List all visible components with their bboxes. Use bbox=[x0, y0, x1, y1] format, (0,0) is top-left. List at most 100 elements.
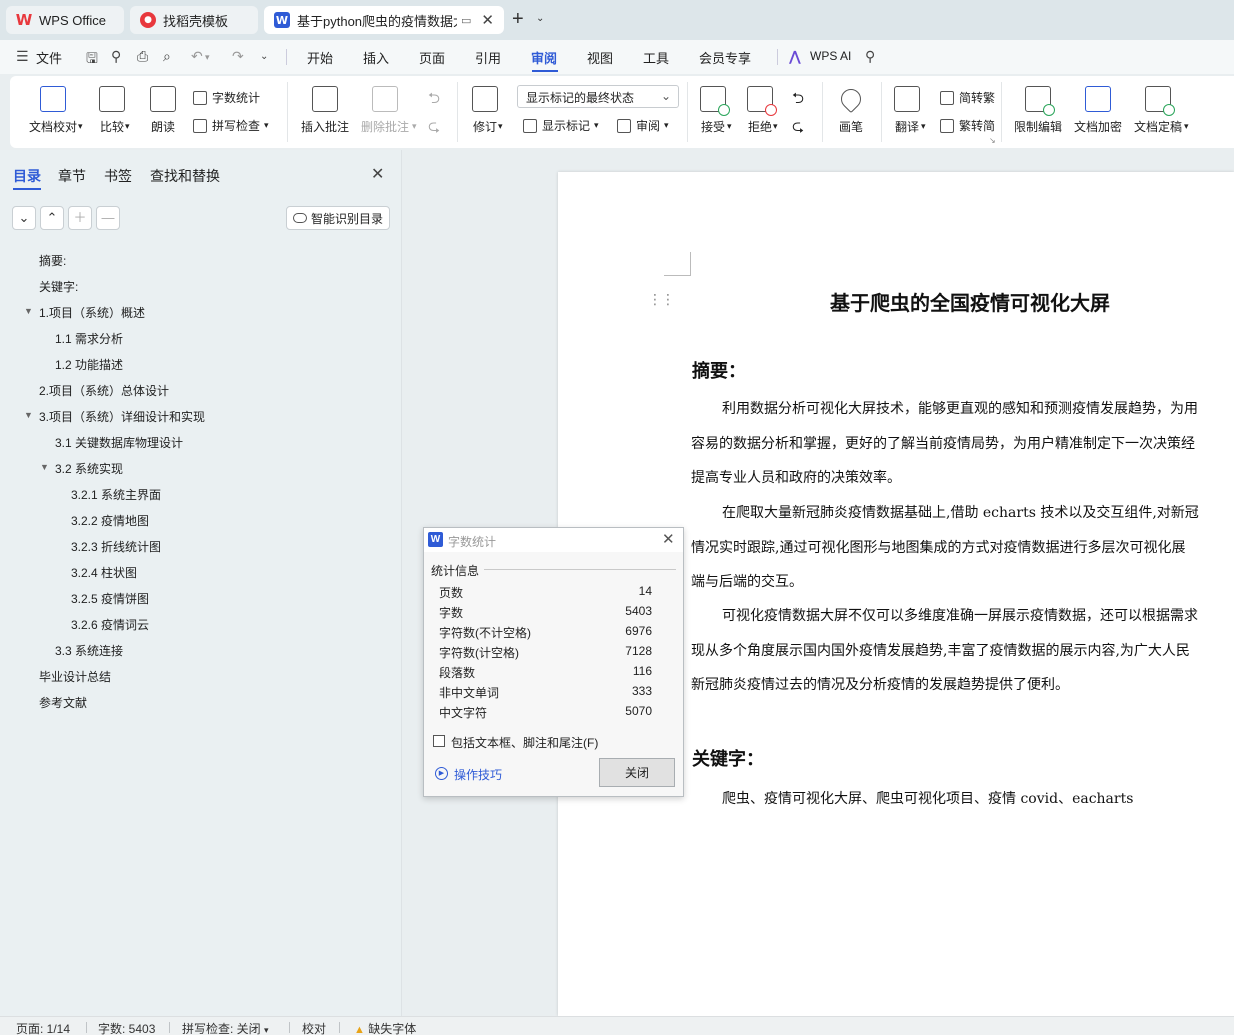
menu-references[interactable]: 引用 bbox=[475, 48, 501, 67]
demote-level-button[interactable]: — bbox=[96, 206, 120, 230]
print-icon[interactable]: ⎙ bbox=[137, 48, 148, 65]
monitor-icon[interactable]: ▭ bbox=[461, 14, 471, 27]
nav-tab-bookmarks[interactable]: 书签 bbox=[104, 166, 132, 186]
collapse-all-button[interactable]: ⌃ bbox=[40, 206, 64, 230]
tab-list-chevron-icon[interactable]: ⌄ bbox=[536, 13, 544, 24]
read-aloud-button[interactable]: 朗读 bbox=[150, 86, 176, 135]
restrict-edit-button[interactable]: 限制编辑 bbox=[1014, 86, 1062, 135]
spell-check-chevron-icon[interactable]: ▾ bbox=[264, 120, 269, 131]
to-traditional-button[interactable]: 简转繁 bbox=[940, 89, 995, 106]
promote-level-button[interactable]: ＋ bbox=[68, 206, 92, 230]
tab-wps-office[interactable]: W WPS Office bbox=[6, 6, 124, 34]
undo-chevron-icon[interactable]: ▾ bbox=[205, 52, 210, 63]
track-changes-chevron-icon[interactable]: ▾ bbox=[498, 121, 503, 132]
expand-triangle-icon[interactable]: ▼ bbox=[24, 410, 33, 420]
undo-icon[interactable]: ↶ bbox=[191, 48, 203, 65]
smart-toc-button[interactable]: 智能识别目录 bbox=[286, 206, 390, 230]
toc-item[interactable]: 摘要: bbox=[39, 252, 66, 269]
status-word-count[interactable]: 字数: 5403 bbox=[98, 1020, 155, 1035]
previous-comment-icon[interactable]: ⮌ bbox=[428, 88, 440, 113]
status-page[interactable]: 页面: 1/14 bbox=[16, 1020, 70, 1035]
toc-item[interactable]: 2.项目（系统）总体设计 bbox=[39, 382, 169, 399]
dialog-titlebar[interactable]: W 字数统计 ✕ bbox=[424, 528, 683, 552]
finalize-chevron-icon[interactable]: ▾ bbox=[1184, 121, 1189, 132]
review-pane-button[interactable]: 审阅 ▾ bbox=[617, 117, 669, 134]
close-button[interactable]: 关闭 bbox=[599, 758, 675, 787]
customize-chevron-icon[interactable]: ⌄ bbox=[260, 51, 268, 62]
toc-item[interactable]: 3.2.2 疫情地图 bbox=[71, 512, 149, 529]
tips-link[interactable]: 操作技巧 bbox=[454, 766, 502, 783]
toc-item[interactable]: 3.2.6 疫情词云 bbox=[71, 616, 149, 633]
toc-item[interactable]: 3.2.4 柱状图 bbox=[71, 564, 137, 581]
menu-page[interactable]: 页面 bbox=[419, 48, 445, 67]
play-circle-icon[interactable]: ▶ bbox=[435, 767, 448, 780]
show-markup-chevron-icon[interactable]: ▾ bbox=[594, 120, 599, 131]
close-icon[interactable]: ✕ bbox=[371, 164, 384, 184]
compare-chevron-icon[interactable]: ▾ bbox=[125, 121, 130, 132]
hamburger-icon[interactable]: ☰ bbox=[16, 48, 29, 65]
reject-chevron-icon[interactable]: ▾ bbox=[773, 121, 778, 132]
toc-item[interactable]: 3.2.3 折线统计图 bbox=[71, 538, 161, 555]
toc-item[interactable]: 3.2 系统实现 bbox=[55, 460, 123, 477]
track-changes-button[interactable]: 修订 bbox=[472, 86, 498, 135]
search-icon[interactable]: ⚲ bbox=[865, 48, 875, 65]
expand-triangle-icon[interactable]: ▼ bbox=[24, 306, 33, 316]
compare-button[interactable]: 比较 bbox=[99, 86, 125, 135]
reject-button[interactable]: 拒绝 bbox=[747, 86, 777, 135]
insert-comment-button[interactable]: 插入批注 bbox=[301, 86, 349, 135]
menu-review[interactable]: 审阅 bbox=[531, 48, 557, 67]
menu-home[interactable]: 开始 bbox=[307, 48, 333, 67]
pen-button[interactable]: 画笔 bbox=[836, 84, 866, 135]
redo-icon[interactable]: ↷ bbox=[232, 48, 244, 65]
review-pane-chevron-icon[interactable]: ▾ bbox=[664, 120, 669, 131]
menu-view[interactable]: 视图 bbox=[587, 48, 613, 67]
toc-item[interactable]: 1.项目（系统）概述 bbox=[39, 304, 145, 321]
new-tab-button[interactable]: + bbox=[512, 8, 524, 31]
nav-tab-toc[interactable]: 目录 bbox=[13, 166, 41, 186]
drag-handle-icon[interactable]: ⋮⋮ bbox=[648, 291, 675, 308]
proofread-chevron-icon[interactable]: ▾ bbox=[78, 121, 83, 132]
menu-file[interactable]: 文件 bbox=[36, 48, 62, 67]
expand-all-button[interactable]: ⌄ bbox=[12, 206, 36, 230]
translate-chevron-icon[interactable]: ▾ bbox=[921, 121, 926, 132]
share-icon[interactable]: ⚲ bbox=[111, 48, 121, 65]
show-markup-button[interactable]: 显示标记 ▾ bbox=[523, 117, 599, 134]
to-simplified-button[interactable]: 繁转简 bbox=[940, 117, 995, 134]
toc-item[interactable]: 3.项目（系统）详细设计和实现 bbox=[39, 408, 205, 425]
accept-button[interactable]: 接受 bbox=[700, 86, 730, 135]
status-proofread[interactable]: 校对 bbox=[302, 1020, 326, 1035]
tab-document[interactable]: W 基于python爬虫的疫情数据大 ▭ ✕ bbox=[264, 6, 504, 34]
status-spell-check[interactable]: 拼写检查: 关闭 ▾ bbox=[182, 1020, 269, 1035]
accept-chevron-icon[interactable]: ▾ bbox=[727, 121, 732, 132]
toc-item[interactable]: 关键字: bbox=[39, 278, 78, 295]
print-preview-icon[interactable]: ⌕ bbox=[163, 48, 171, 65]
dialog-launcher-icon[interactable]: ↘ bbox=[989, 136, 996, 145]
encrypt-button[interactable]: 文档加密 bbox=[1074, 86, 1122, 135]
delete-comment-button[interactable]: 删除批注 bbox=[361, 86, 409, 135]
toc-item[interactable]: 3.3 系统连接 bbox=[55, 642, 123, 659]
close-tab-icon[interactable]: ✕ bbox=[481, 11, 494, 29]
spell-check-button[interactable]: 拼写检查 ▾ bbox=[193, 117, 269, 134]
tab-templates[interactable]: ● 找稻壳模板 bbox=[130, 6, 258, 34]
proofread-button[interactable]: 文档校对 bbox=[29, 86, 77, 135]
next-change-icon[interactable]: ⮎ bbox=[792, 116, 804, 141]
expand-triangle-icon[interactable]: ▼ bbox=[40, 462, 49, 472]
next-comment-icon[interactable]: ⮎ bbox=[428, 116, 440, 141]
toc-item[interactable]: 1.1 需求分析 bbox=[55, 330, 123, 347]
delete-comment-chevron-icon[interactable]: ▾ bbox=[412, 121, 417, 132]
status-missing-font[interactable]: ▲ 缺失字体 bbox=[354, 1020, 416, 1035]
menu-membership[interactable]: 会员专享 bbox=[699, 48, 751, 67]
toc-item[interactable]: 3.2.1 系统主界面 bbox=[71, 486, 161, 503]
menu-tools[interactable]: 工具 bbox=[643, 48, 669, 67]
toc-item[interactable]: 参考文献 bbox=[39, 694, 87, 711]
toc-item[interactable]: 3.1 关键数据库物理设计 bbox=[55, 434, 183, 451]
translate-button[interactable]: 翻译 bbox=[894, 86, 920, 135]
wps-ai-icon[interactable]: ⋀ bbox=[789, 48, 801, 65]
close-icon[interactable]: ✕ bbox=[662, 530, 675, 548]
finalize-button[interactable]: 文档定稿 bbox=[1134, 86, 1182, 135]
toc-item[interactable]: 毕业设计总结 bbox=[39, 668, 111, 685]
word-count-button[interactable]: 字数统计 bbox=[193, 89, 260, 106]
include-textbox-label[interactable]: 包括文本框、脚注和尾注(F) bbox=[451, 734, 598, 751]
toc-item[interactable]: 3.2.5 疫情饼图 bbox=[71, 590, 149, 607]
menu-insert[interactable]: 插入 bbox=[363, 48, 389, 67]
